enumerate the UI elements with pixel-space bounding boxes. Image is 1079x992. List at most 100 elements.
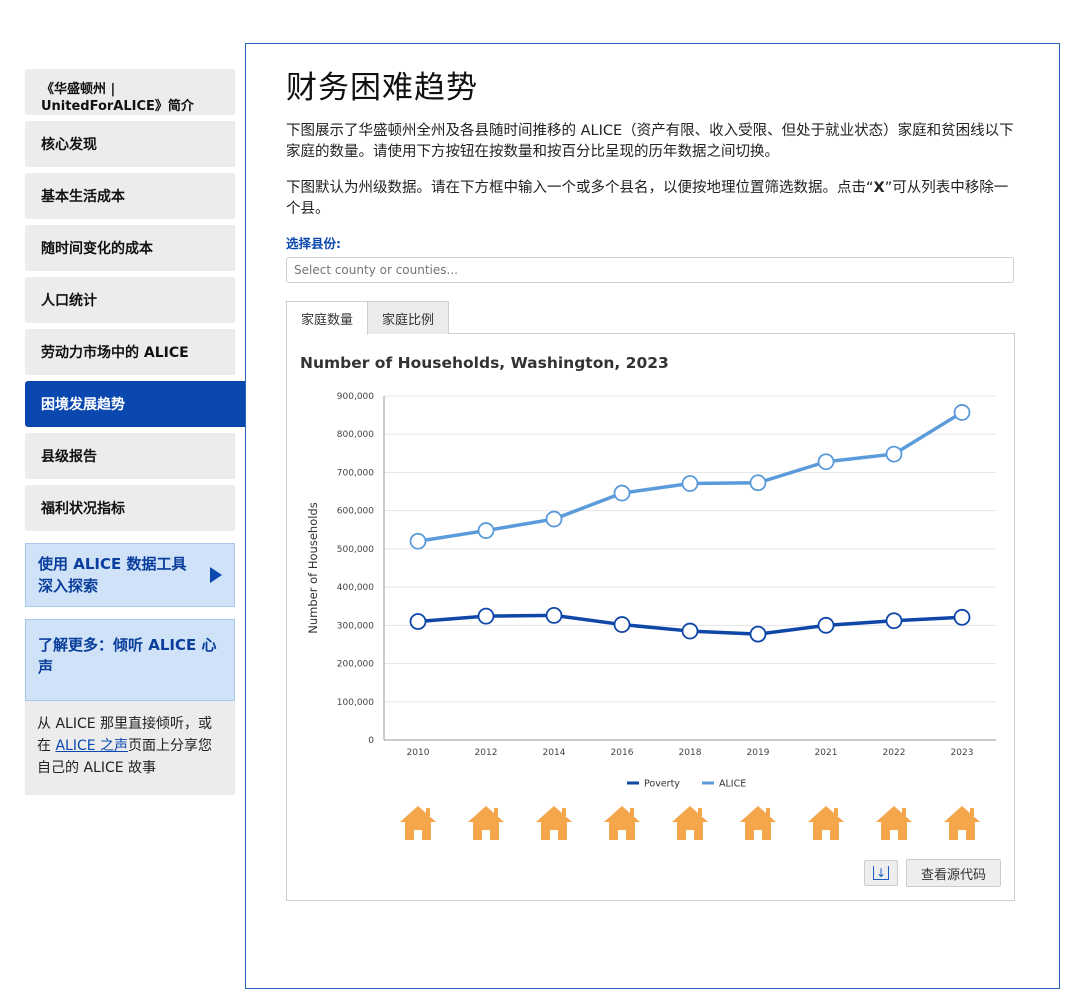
y-tick-label: 300,000: [337, 621, 374, 631]
data-point: [749, 474, 767, 492]
sidebar-item-label: 人口统计: [41, 293, 97, 309]
data-point: [613, 484, 631, 502]
house-icon: [672, 806, 708, 840]
legend-label: Poverty: [644, 779, 680, 790]
y-tick-label: 800,000: [337, 430, 374, 440]
y-tick-label: 700,000: [337, 468, 374, 478]
house-icon: [536, 806, 572, 840]
house-chimney: [902, 808, 906, 816]
x-tick-label: 2016: [611, 748, 634, 758]
alice-voices-link[interactable]: ALICE 之声: [55, 738, 128, 754]
sidebar-nav: 《华盛顿州 | UnitedForALICE》简介 核心发现 基本生活成本 随时…: [25, 69, 246, 795]
sidebar-item-cost-of-living[interactable]: 基本生活成本: [25, 173, 235, 219]
x-tick-label: 2010: [407, 748, 430, 758]
sidebar-item-label: 核心发现: [41, 137, 97, 153]
y-tick-label: 100,000: [337, 698, 374, 708]
chart-panel: Number of Households, Washington, 2023 0…: [286, 333, 1015, 901]
households-line-chart: 0 100,000 200,000 300,000 400,000 500,000 600,…: [306, 392, 996, 790]
y-tick-label: 500,000: [337, 545, 374, 555]
learn-more-button[interactable]: 了解更多：倾听 ALICE 心声: [25, 619, 235, 701]
county-select-input[interactable]: [286, 257, 1014, 283]
sidebar-item-label: 劳动力市场中的 ALICE: [41, 345, 189, 361]
listen-alice-box: 从 ALICE 那里直接倾听，或在 ALICE 之声页面上分享您自己的 ALIC…: [25, 701, 235, 795]
data-point: [545, 606, 563, 624]
house-shape: [808, 806, 844, 840]
sidebar-item-intro[interactable]: 《华盛顿州 | UnitedForALICE》简介: [25, 69, 235, 115]
house-chimney: [630, 808, 634, 816]
download-icon: ↓: [872, 866, 889, 880]
sidebar-item-label: 福利状况指标: [41, 501, 125, 517]
sidebar-item-label: 随时间变化的成本: [41, 241, 153, 257]
x-tick-label: 2014: [543, 748, 566, 758]
explore-data-tools-button[interactable]: 使用 ALICE 数据工具深入探索: [25, 543, 235, 607]
house-chimney: [494, 808, 498, 816]
house-shape: [876, 806, 912, 840]
data-point: [749, 625, 767, 643]
tab-household-count[interactable]: 家庭数量: [286, 301, 369, 335]
data-point: [545, 510, 563, 528]
sidebar-item-label: 《华盛顿州 | UnitedForALICE》简介: [41, 82, 194, 114]
sidebar-item-label: 县级报告: [41, 449, 97, 465]
page-title: 财务困难趋势: [286, 70, 478, 106]
sidebar-item-demographics[interactable]: 人口统计: [25, 277, 235, 323]
y-axis-label: Number of Households: [306, 502, 320, 633]
data-point: [953, 404, 971, 421]
data-point: [681, 475, 699, 492]
chart-buttons: ↓ 查看源代码: [863, 859, 1001, 887]
house-shape: [672, 806, 708, 840]
house-chimney: [834, 808, 838, 816]
house-chimney: [426, 808, 430, 816]
y-tick-label: 600,000: [337, 507, 374, 517]
filter-paragraph: 下图默认为州级数据。请在下方框中输入一个或多个县名，以便按地理位置筛选数据。点击…: [286, 178, 1016, 220]
sidebar-item-label: 基本生活成本: [41, 189, 125, 205]
x-tick-label: 2018: [679, 748, 702, 758]
sidebar-item-county-reports[interactable]: 县级报告: [25, 433, 235, 479]
data-point: [477, 522, 495, 539]
sidebar-item-hardship-trends[interactable]: 困境发展趋势: [25, 381, 246, 427]
data-point: [613, 616, 631, 633]
house-icon: [604, 806, 640, 840]
house-shape: [740, 806, 776, 840]
sidebar-item-label: 困境发展趋势: [41, 397, 125, 413]
play-arrow-icon: [210, 567, 222, 583]
main-content: 财务困难趋势 下图展示了华盛顿州全州及各县随时间推移的 ALICE（资产有限、收…: [286, 62, 1016, 901]
x-tick-label: 2012: [475, 748, 498, 758]
y-tick-label: 900,000: [337, 392, 374, 402]
data-point: [817, 453, 835, 471]
house-icons-row: [400, 806, 980, 840]
x-tick-label: 2023: [951, 748, 974, 758]
data-point: [953, 608, 971, 626]
house-shape: [536, 806, 572, 840]
main-panel: 财务困难趋势 下图展示了华盛顿州全州及各县随时间推移的 ALICE（资产有限、收…: [245, 43, 1060, 989]
tab-household-percent[interactable]: 家庭比例: [367, 301, 450, 334]
sidebar-item-labor-force[interactable]: 劳动力市场中的 ALICE: [25, 329, 235, 375]
y-tick-label: 400,000: [337, 583, 374, 593]
data-point: [885, 612, 903, 630]
learn-more-label: 了解更多：倾听 ALICE 心声: [38, 636, 217, 676]
house-shape: [468, 806, 504, 840]
house-shape: [400, 806, 436, 840]
legend-label: ALICE: [719, 779, 746, 790]
house-icon: [944, 806, 980, 840]
sidebar-item-wellbeing[interactable]: 福利状况指标: [25, 485, 235, 531]
x-tick-label: 2022: [883, 748, 906, 758]
filter-text-x: X: [873, 180, 885, 196]
view-source-button[interactable]: 查看源代码: [905, 859, 1001, 887]
y-tick-label: 200,000: [337, 660, 374, 670]
sidebar-item-cost-over-time[interactable]: 随时间变化的成本: [25, 225, 235, 271]
explore-label: 使用 ALICE 数据工具深入探索: [38, 555, 187, 595]
house-icon: [400, 806, 436, 840]
house-chimney: [970, 808, 974, 816]
sidebar-item-key-findings[interactable]: 核心发现: [25, 121, 235, 167]
house-shape: [944, 806, 980, 840]
county-select-label: 选择县份:: [286, 236, 341, 251]
x-tick-label: 2021: [815, 748, 838, 758]
data-point: [681, 622, 699, 640]
x-tick-label: 2019: [747, 748, 770, 758]
intro-paragraph: 下图展示了华盛顿州全州及各县随时间推移的 ALICE（资产有限、收入受限、但处于…: [286, 123, 1014, 160]
data-point: [817, 616, 835, 634]
data-point: [477, 607, 495, 625]
data-point: [409, 613, 427, 630]
download-button[interactable]: ↓: [863, 860, 898, 886]
house-shape: [604, 806, 640, 840]
